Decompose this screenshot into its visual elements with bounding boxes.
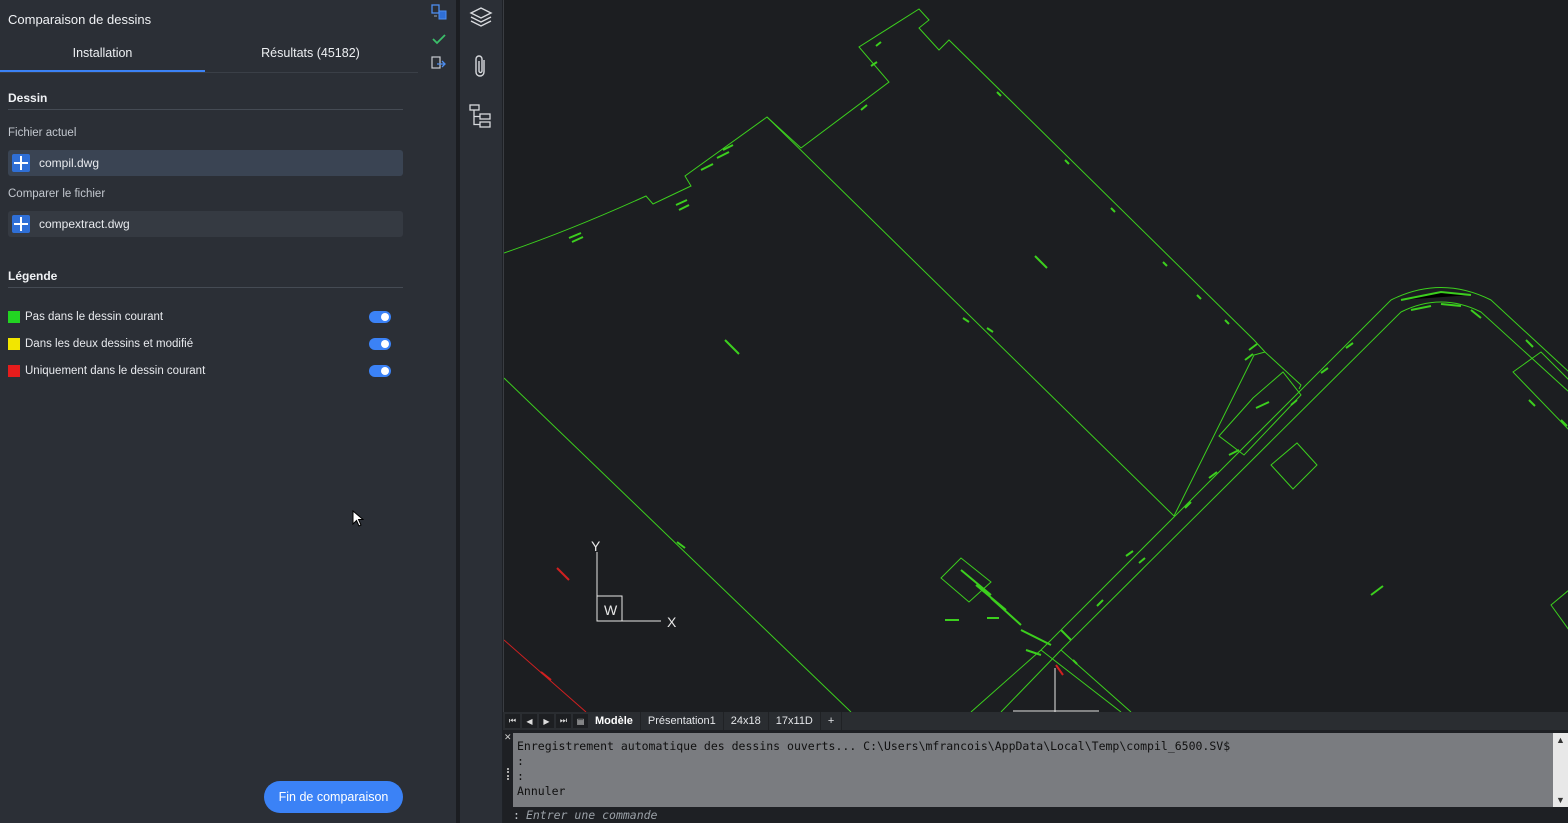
current-file-name: compil.dwg bbox=[39, 156, 100, 170]
first-layout-icon[interactable]: ⏮ bbox=[505, 714, 520, 728]
legend-label: Pas dans le dessin courant bbox=[25, 311, 164, 323]
add-layout-button[interactable]: + bbox=[821, 712, 843, 730]
legend-item-only-current: Uniquement dans le dessin courant bbox=[8, 363, 403, 379]
tab-divider bbox=[0, 72, 418, 73]
layout-tab-24x18[interactable]: 24x18 bbox=[724, 712, 769, 730]
export-icon[interactable] bbox=[431, 55, 447, 71]
legend-toggle-only-current[interactable] bbox=[369, 365, 391, 377]
legend-item-not-in-current: Pas dans le dessin courant bbox=[8, 309, 403, 325]
drawing-compare-panel: Comparaison de dessins Installation Résu… bbox=[0, 0, 420, 823]
section-divider bbox=[8, 109, 403, 110]
ucs-x-label: X bbox=[667, 614, 677, 630]
attachment-icon[interactable] bbox=[468, 53, 494, 79]
history-line: : bbox=[517, 754, 524, 768]
structure-tree-icon[interactable] bbox=[468, 103, 494, 129]
section-heading-legend: Légende bbox=[8, 269, 58, 283]
layout-tab-model[interactable]: Modèle bbox=[588, 712, 641, 730]
swap-files-icon[interactable] bbox=[431, 4, 447, 20]
compare-file-field[interactable]: compextract.dwg bbox=[8, 211, 403, 237]
legend-label: Uniquement dans le dessin courant bbox=[25, 365, 206, 377]
history-line: Annuler bbox=[517, 784, 566, 798]
command-history: Enregistrement automatique des dessins o… bbox=[513, 733, 1553, 807]
layout-tab-presentation1[interactable]: Présentation1 bbox=[641, 712, 724, 730]
ucs-w-label: W bbox=[604, 602, 618, 618]
scroll-up-icon[interactable]: ▲ bbox=[1556, 735, 1565, 745]
checkmark-icon[interactable] bbox=[431, 31, 447, 47]
panel-title: Comparaison de dessins bbox=[8, 12, 152, 27]
vertical-toolbar bbox=[460, 0, 502, 823]
ucs-y-label: Y bbox=[591, 538, 601, 554]
layout-tab-17x11d[interactable]: 17x11D bbox=[769, 712, 821, 730]
current-file-field[interactable]: compil.dwg bbox=[8, 150, 403, 176]
command-line-panel: ✕ Enregistrement automatique des dessins… bbox=[503, 730, 1568, 823]
last-layout-icon[interactable]: ⏭ bbox=[556, 714, 571, 728]
legend-toggle-modified[interactable] bbox=[369, 338, 391, 350]
drag-handle[interactable] bbox=[507, 768, 509, 780]
legend-swatch-yellow bbox=[8, 338, 20, 350]
legend-swatch-green bbox=[8, 311, 20, 323]
history-line: Enregistrement automatique des dessins o… bbox=[517, 739, 1231, 753]
history-scrollbar[interactable]: ▲ ▼ bbox=[1553, 733, 1568, 807]
compare-file-label: Comparer le fichier bbox=[8, 188, 106, 200]
command-prompt: : bbox=[513, 808, 520, 822]
scroll-down-icon[interactable]: ▼ bbox=[1556, 795, 1565, 805]
legend-item-modified: Dans les deux dessins et modifié bbox=[8, 336, 403, 352]
layers-icon[interactable] bbox=[468, 4, 494, 30]
section-divider bbox=[8, 287, 403, 288]
compare-file-name: compextract.dwg bbox=[39, 217, 130, 231]
layout-list-icon[interactable]: ▤ bbox=[573, 714, 588, 728]
cad-drawing: Y X W bbox=[504, 8, 1568, 712]
tab-results[interactable]: Résultats (45182) bbox=[208, 46, 413, 60]
dwg-file-icon bbox=[12, 215, 30, 233]
close-icon[interactable]: ✕ bbox=[504, 732, 512, 743]
legend-label: Dans les deux dessins et modifié bbox=[25, 338, 194, 350]
panel-side-icons bbox=[420, 0, 456, 823]
current-file-label: Fichier actuel bbox=[8, 127, 77, 139]
legend-toggle-not-in-current[interactable] bbox=[369, 311, 391, 323]
next-layout-icon[interactable]: ▶ bbox=[539, 714, 554, 728]
mouse-cursor-icon bbox=[352, 510, 364, 527]
section-heading-drawing: Dessin bbox=[8, 91, 48, 105]
legend-swatch-red bbox=[8, 365, 20, 377]
prev-layout-icon[interactable]: ◀ bbox=[522, 714, 537, 728]
tab-installation[interactable]: Installation bbox=[0, 46, 205, 60]
history-line: : bbox=[517, 769, 524, 783]
command-input[interactable]: : Entrer une commande bbox=[513, 808, 1553, 822]
drawing-canvas[interactable]: Y X W bbox=[503, 0, 1568, 712]
end-comparison-button[interactable]: Fin de comparaison bbox=[264, 781, 403, 813]
command-placeholder: Entrer une commande bbox=[525, 808, 658, 822]
dwg-file-icon bbox=[12, 154, 30, 172]
layout-tabs-bar: ⏮ ◀ ▶ ⏭ ▤ Modèle Présentation1 24x18 17x… bbox=[503, 712, 1568, 730]
